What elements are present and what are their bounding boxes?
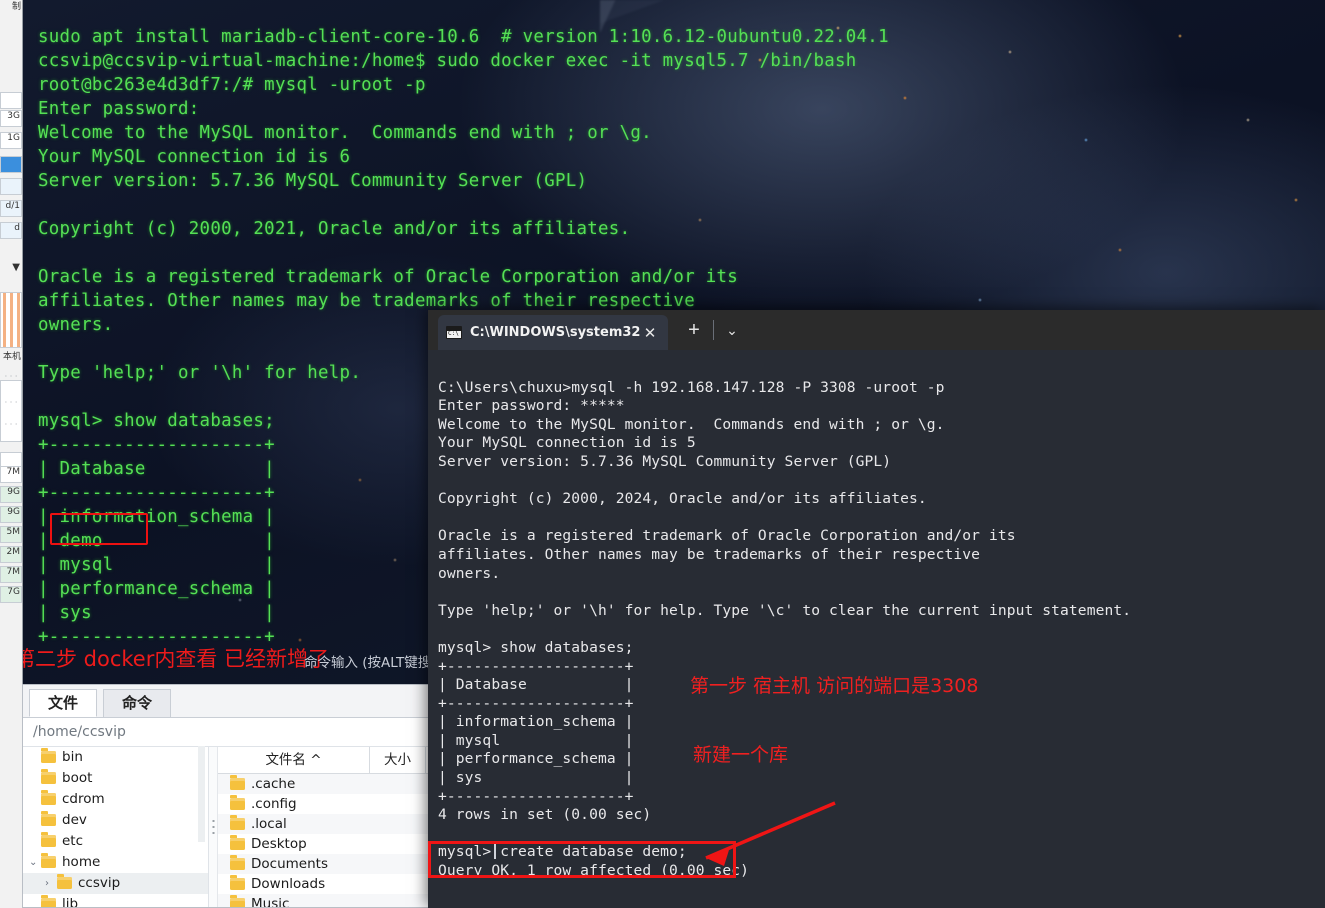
tab-cmd[interactable]: C:\WINDOWS\system32\cmd. ✕ (438, 315, 668, 350)
sliver-fragment: 7G (0, 586, 22, 603)
tree-item-label: boot (62, 770, 93, 786)
folder-icon (41, 811, 56, 826)
sliver-fragment: 7M (0, 566, 22, 583)
file-list-header: 文件名 ^ 大小 (218, 747, 429, 774)
file-name: Desktop (251, 836, 307, 852)
folder-icon (230, 895, 245, 907)
ubuntu-step2-annotation: 第二步 docker内查看 已经新增了 (14, 647, 330, 671)
folder-icon (57, 874, 72, 889)
tab-title-label: C:\WINDOWS\system32\cmd. (470, 325, 640, 340)
tree-item-label: cdrom (62, 791, 105, 807)
panel-splitter[interactable] (209, 747, 218, 907)
step1-annotation: 第一步 宿主机 访问的端口是3308 (690, 675, 979, 697)
tree-item-label: ccsvip (78, 875, 121, 891)
tree-item-label: dev (62, 812, 87, 828)
tree-item-ccsvip[interactable]: › ccsvip (23, 873, 208, 894)
folder-icon (230, 875, 245, 890)
tree-item-label: bin (62, 749, 83, 765)
tab-files[interactable]: 文件 (29, 689, 98, 717)
current-path-field[interactable]: /home/ccsvip (23, 718, 429, 747)
file-browser-tabbar[interactable]: 文件 命令 (23, 685, 429, 718)
folder-icon (230, 815, 245, 830)
list-item[interactable]: .local (218, 814, 429, 834)
background-system-monitor-sliver[interactable]: 制 3G 1G d/1 d ▼ 本机 · · · · · · · · · 7M … (0, 0, 23, 908)
folder-icon (41, 790, 56, 805)
chevron-right-icon[interactable]: › (45, 873, 49, 894)
new-tab-icon[interactable]: + (682, 320, 706, 340)
sliver-fragment: 9G (0, 486, 22, 503)
tree-item-cdrom[interactable]: cdrom (23, 789, 208, 810)
file-name: Documents (251, 856, 328, 872)
sliver-bar-chart (0, 292, 22, 348)
folder-icon (41, 895, 56, 907)
sliver-dots: · · · (4, 398, 18, 407)
sliver-cell (0, 92, 22, 109)
command-input-tooltip: 命令输入 (按ALT键搜 (304, 655, 432, 671)
tree-item-dev[interactable]: dev (23, 810, 208, 831)
list-item[interactable]: Documents (218, 854, 429, 874)
sliver-fragment: 本机 (2, 352, 21, 362)
tree-item-label: lib (62, 896, 79, 908)
cmd-icon (446, 326, 462, 339)
sliver-chevron-down-icon[interactable]: ▼ (0, 262, 22, 273)
sliver-dots: · · · (4, 420, 18, 429)
tree-item-lib[interactable]: lib (23, 894, 208, 908)
folder-icon (230, 795, 245, 810)
tab-commands[interactable]: 命令 (103, 689, 172, 717)
file-browser-panel[interactable]: 文件 命令 /home/ccsvip bin boot cdrom dev et… (22, 684, 430, 908)
cmd-terminal-body[interactable]: C:\Users\chuxu>mysql -h 192.168.147.128 … (428, 350, 1325, 908)
file-browser-body: bin boot cdrom dev etc ⌄ home › ccsvip lib… (23, 747, 429, 908)
file-name: Downloads (251, 876, 326, 892)
folder-icon (230, 775, 245, 790)
tree-item-boot[interactable]: boot (23, 768, 208, 789)
sliver-fragment: d/1 (0, 200, 22, 217)
tree-item-etc[interactable]: etc (23, 831, 208, 852)
folder-icon (41, 832, 56, 847)
sliver-fragment: 2M (0, 546, 22, 563)
folder-icon (41, 853, 56, 868)
folder-icon (230, 855, 245, 870)
sliver-secondary-panel (0, 380, 22, 442)
sliver-fragment: 3G (0, 110, 22, 127)
sliver-fragment: 制 (11, 2, 21, 12)
list-item[interactable]: .config (218, 794, 429, 814)
create-database-highlight-box (428, 841, 736, 878)
sliver-fragment: 5M (0, 526, 22, 543)
file-list[interactable]: 文件名 ^ 大小 .cache .config .local Desktop D… (218, 747, 429, 908)
file-name: .cache (251, 776, 296, 792)
file-name: .config (251, 796, 297, 812)
folder-icon (41, 748, 56, 763)
folder-icon (230, 835, 245, 850)
sliver-fragment: 7M (0, 466, 22, 483)
folder-icon (41, 769, 56, 784)
column-header-size[interactable]: 大小 (370, 747, 426, 773)
file-name: .local (251, 816, 287, 832)
list-item[interactable]: Music (218, 894, 429, 908)
column-header-filename[interactable]: 文件名 ^ (218, 747, 370, 773)
chevron-down-icon[interactable]: ⌄ (29, 852, 37, 873)
sliver-selected-row[interactable] (0, 156, 22, 173)
list-item[interactable]: .cache (218, 774, 429, 794)
tree-item-label: etc (62, 833, 84, 849)
list-item[interactable]: Downloads (218, 874, 429, 894)
file-name: Music (251, 896, 290, 908)
tabbar-separator (713, 320, 714, 340)
tree-item-home[interactable]: ⌄ home (23, 852, 208, 873)
windows-terminal-window[interactable]: C:\WINDOWS\system32\cmd. ✕ + ⌄ C:\Users\… (428, 310, 1325, 908)
splitter-grip-icon (211, 819, 215, 835)
new-database-annotation: 新建一个库 (693, 744, 789, 766)
list-item[interactable]: Desktop (218, 834, 429, 854)
tree-item-label: home (62, 854, 101, 870)
cmd-terminal-output: C:\Users\chuxu>mysql -h 192.168.147.128 … (438, 378, 1132, 880)
sliver-fragment: 9G (0, 506, 22, 523)
chevron-down-icon[interactable]: ⌄ (720, 322, 744, 339)
close-icon[interactable]: ✕ (640, 324, 660, 342)
cmd-titlebar[interactable]: C:\WINDOWS\system32\cmd. ✕ + ⌄ (428, 310, 1325, 350)
sliver-cell (0, 178, 22, 195)
file-tree-scrollbar[interactable] (198, 746, 205, 842)
tree-item-bin[interactable]: bin (23, 747, 208, 768)
directory-tree[interactable]: bin boot cdrom dev etc ⌄ home › ccsvip lib (23, 747, 209, 908)
sliver-fragment: 1G (0, 132, 22, 149)
sliver-fragment: d (0, 222, 22, 239)
